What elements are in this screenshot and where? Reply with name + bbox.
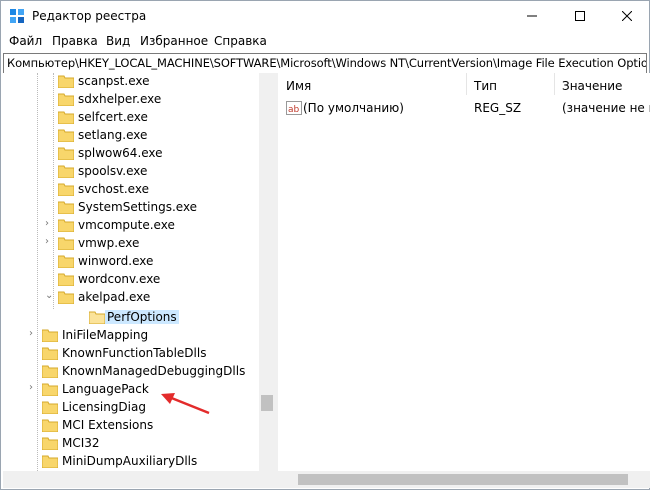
folder-icon xyxy=(58,165,74,178)
folder-icon xyxy=(58,237,74,250)
folder-icon xyxy=(58,219,74,232)
column-header-value[interactable]: Значение xyxy=(554,73,650,95)
chevron-right-icon[interactable]: › xyxy=(45,218,55,232)
folder-icon xyxy=(58,93,74,106)
folder-icon xyxy=(42,419,58,432)
tree-item[interactable]: splwow64.exe xyxy=(3,145,259,163)
values-list-pane[interactable]: Имя Тип Значение ab (По умолчанию) REG_S… xyxy=(278,73,650,488)
folder-icon xyxy=(42,383,58,396)
menu-file[interactable]: Файл xyxy=(9,34,42,48)
tree-item[interactable]: scanpst.exe xyxy=(3,73,259,91)
folder-icon xyxy=(42,455,58,468)
menu-view[interactable]: Вид xyxy=(106,34,130,48)
folder-icon xyxy=(58,273,74,286)
tree-horizontal-scrollbar[interactable] xyxy=(3,471,274,488)
address-path: Компьютер\HKEY_LOCAL_MACHINE\SOFTWARE\Mi… xyxy=(7,56,647,70)
maximize-button[interactable] xyxy=(557,1,603,31)
list-horizontal-scrollbar[interactable] xyxy=(278,471,650,488)
address-bar[interactable]: Компьютер\HKEY_LOCAL_MACHINE\SOFTWARE\Mi… xyxy=(3,53,647,74)
chevron-down-icon[interactable]: ⌄ xyxy=(45,290,55,304)
menu-help[interactable]: Справка xyxy=(214,34,267,48)
tree-item[interactable]: › LanguagePack xyxy=(3,381,259,399)
chevron-right-icon[interactable]: › xyxy=(29,328,39,342)
folder-icon xyxy=(58,255,74,268)
tree-item[interactable]: SystemSettings.exe xyxy=(3,199,259,217)
folder-open-icon xyxy=(89,311,105,324)
value-name: (По умолчанию) xyxy=(303,101,404,115)
tree-item[interactable]: › vmcompute.exe xyxy=(3,217,259,235)
folder-icon xyxy=(58,129,74,142)
tree-item[interactable]: winword.exe xyxy=(3,253,259,271)
folder-icon xyxy=(58,291,74,304)
folder-icon xyxy=(42,401,58,414)
chevron-right-icon[interactable]: › xyxy=(29,382,39,396)
minimize-button[interactable] xyxy=(509,1,555,31)
folder-icon xyxy=(42,329,58,342)
tree-vertical-scrollbar[interactable] xyxy=(259,73,274,471)
folder-icon xyxy=(42,437,58,450)
maximize-icon xyxy=(575,11,585,21)
menu-edit[interactable]: Правка xyxy=(52,34,98,48)
column-header-type[interactable]: Тип xyxy=(466,73,555,95)
close-button[interactable] xyxy=(604,1,650,31)
key-tree-pane[interactable]: scanpst.exe sdxhelper.exe selfcert.exe s… xyxy=(3,73,274,488)
value-row[interactable]: ab (По умолчанию) REG_SZ (значение не пр xyxy=(278,99,650,117)
tree-item[interactable]: MCI32 xyxy=(3,435,259,453)
folder-icon xyxy=(58,75,74,88)
folder-icon xyxy=(58,147,74,160)
tree-item[interactable]: KnownFunctionTableDlls xyxy=(3,345,259,363)
annotation-arrow-icon xyxy=(161,393,210,415)
registry-editor-app-icon xyxy=(10,9,24,23)
scroll-thumb[interactable] xyxy=(261,395,273,411)
value-type: REG_SZ xyxy=(474,101,522,115)
folder-icon xyxy=(42,365,58,378)
menu-favorites[interactable]: Избранное xyxy=(140,34,208,48)
title-bar: Редактор реестра xyxy=(1,1,649,31)
tree-item[interactable]: selfcert.exe xyxy=(3,109,259,127)
minimize-icon xyxy=(527,15,537,17)
folder-icon xyxy=(58,111,74,124)
tree-item[interactable]: wordconv.exe xyxy=(3,271,259,289)
tree-item-selected[interactable]: PerfOptions xyxy=(3,309,259,327)
folder-icon xyxy=(42,347,58,360)
tree-item[interactable]: KnownManagedDebuggingDlls xyxy=(3,363,259,381)
tree-item[interactable]: sdxhelper.exe xyxy=(3,91,259,109)
tree-item[interactable]: ⌄ akelpad.exe xyxy=(3,289,259,307)
window-title: Редактор реестра xyxy=(32,9,147,23)
close-icon xyxy=(622,11,632,21)
tree-item[interactable]: › IniFileMapping xyxy=(3,327,259,345)
tree-item[interactable]: setlang.exe xyxy=(3,127,259,145)
registry-editor-window: Редактор реестра Файл Правка Вид Избранн… xyxy=(0,0,650,490)
folder-icon xyxy=(58,183,74,196)
scroll-thumb[interactable] xyxy=(298,474,628,485)
svg-text:ab: ab xyxy=(288,105,300,115)
column-header-name[interactable]: Имя xyxy=(278,73,467,95)
chevron-right-icon[interactable]: › xyxy=(45,236,55,250)
tree-item[interactable]: › vmwp.exe xyxy=(3,235,259,253)
menu-bar: Файл Правка Вид Избранное Справка xyxy=(1,31,649,52)
folder-icon xyxy=(58,201,74,214)
tree-item[interactable]: LicensingDiag xyxy=(3,399,259,417)
tree-item[interactable]: spoolsv.exe xyxy=(3,163,259,181)
tree-item[interactable]: MCI Extensions xyxy=(3,417,259,435)
tree-item[interactable]: MiniDumpAuxiliaryDlls xyxy=(3,453,259,471)
string-value-icon: ab xyxy=(286,101,302,115)
tree-item[interactable]: svchost.exe xyxy=(3,181,259,199)
value-data: (значение не пр xyxy=(562,101,650,115)
